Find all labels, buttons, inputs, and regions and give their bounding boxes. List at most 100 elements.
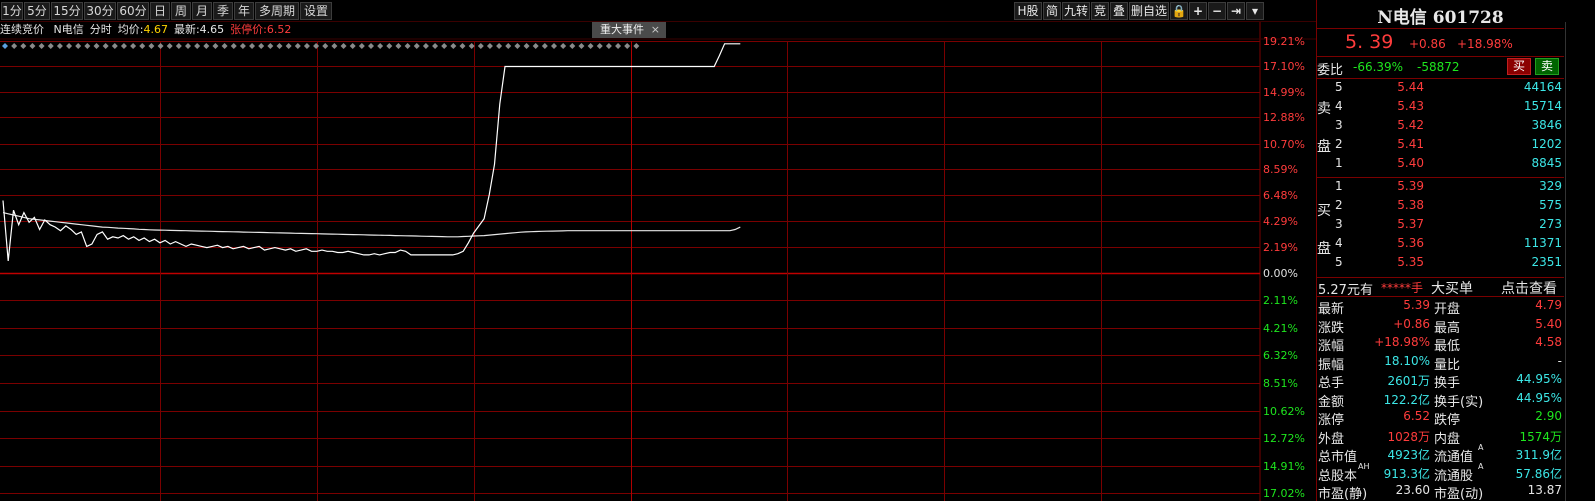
- event-marker: [38, 43, 45, 49]
- stat-label: 内盘: [1434, 431, 1461, 447]
- event-marker: [514, 43, 521, 49]
- event-marker: [102, 43, 109, 49]
- sell-level-row[interactable]: 4 5.43 15714: [1317, 99, 1564, 117]
- y-axis-labels: 19.21% 17.10% 14.99% 12.88% 10.70% 8.59% 6.48%…: [1263, 35, 1305, 500]
- event-marker: [294, 43, 301, 49]
- stat-value: 1574万: [1519, 429, 1562, 444]
- event-marker: [587, 43, 594, 49]
- stat-row: 涨停 6.52 跌停 2.90: [1317, 409, 1564, 428]
- sell-price: 5.43: [1397, 99, 1424, 113]
- event-marker: [404, 43, 411, 49]
- sell-volume: 8845: [1531, 156, 1562, 170]
- stat-value: 44.95%: [1516, 390, 1562, 405]
- right-scrollbar[interactable]: [1565, 22, 1595, 501]
- buy-level-row[interactable]: 1 5.39 329: [1317, 179, 1564, 197]
- event-marker: [358, 43, 365, 49]
- event-marker: [340, 43, 347, 49]
- buy-level-row[interactable]: 3 5.37 273: [1317, 217, 1564, 235]
- buy-level: 1: [1335, 179, 1343, 193]
- buy-level-row[interactable]: 2 5.38 575: [1317, 198, 1564, 216]
- stat-value: +18.98%: [1374, 335, 1430, 349]
- event-marker: [313, 43, 320, 49]
- average-price-line: [2, 212, 741, 238]
- event-marker: [249, 43, 256, 49]
- event-marker: [185, 43, 191, 49]
- buy-button[interactable]: 买: [1507, 58, 1531, 75]
- event-marker: [377, 43, 384, 49]
- stat-value: 4.79: [1535, 298, 1562, 312]
- stat-label: 涨幅: [1318, 339, 1345, 354]
- buy-level-row[interactable]: 5 5.35 2351: [1317, 255, 1564, 273]
- sell-level-row[interactable]: 3 5.42 3846: [1317, 118, 1564, 136]
- event-marker: [486, 43, 493, 49]
- a-superscript: A: [1478, 443, 1484, 452]
- buy-level: 5: [1335, 255, 1343, 269]
- stat-value: 2.90: [1535, 409, 1562, 423]
- event-marker: [47, 43, 54, 49]
- event-marker: [596, 43, 603, 49]
- weibi-diff: -58872: [1417, 60, 1460, 74]
- buy-level: 3: [1335, 217, 1343, 231]
- y-tick-up-4: 10.70%: [1263, 138, 1305, 151]
- stat-row: 金额 122.2亿 换手(实) 44.95%: [1317, 390, 1564, 410]
- y-tick-up-0: 19.21%: [1263, 35, 1305, 48]
- intraday-chart[interactable]: 19.21% 17.10% 14.99% 12.88% 10.70% 8.59% 6.48%…: [0, 0, 1316, 501]
- stat-label: 涨跌: [1318, 320, 1345, 336]
- sell-button[interactable]: 卖: [1535, 58, 1559, 75]
- event-marker: [285, 43, 292, 49]
- sell-level-row[interactable]: 1 5.40 8845: [1317, 156, 1564, 174]
- event-marker: [615, 43, 622, 49]
- stat-value: 122.2亿: [1383, 392, 1430, 407]
- event-marker: [303, 43, 310, 49]
- stock-title-name: N电信: [1377, 8, 1427, 28]
- stat-label: 最高: [1434, 320, 1461, 336]
- stock-title-code: 601728: [1432, 8, 1504, 28]
- weibi-label: 委比: [1317, 63, 1344, 78]
- stat-label: 最新: [1318, 302, 1345, 317]
- event-marker: [221, 43, 228, 49]
- event-marker: [432, 43, 439, 49]
- stat-label: 开盘: [1434, 302, 1461, 317]
- y-tick-down-1: 4.21%: [1263, 322, 1298, 335]
- stat-label: 流通值: [1434, 450, 1474, 465]
- y-tick-up-7: 4.29%: [1263, 215, 1298, 228]
- buy-volume: 575: [1539, 198, 1562, 212]
- event-marker: [331, 43, 338, 49]
- bigbuy-mask: *****手: [1381, 281, 1424, 295]
- stat-label: 换手(实): [1434, 394, 1484, 410]
- sell-level: 3: [1335, 118, 1343, 132]
- sell-volume: 44164: [1523, 80, 1562, 94]
- y-tick-up-1: 17.10%: [1263, 60, 1305, 73]
- stat-label: 量比: [1434, 357, 1461, 373]
- sell-price: 5.42: [1397, 118, 1424, 132]
- event-marker: [75, 43, 82, 49]
- y-tick-up-3: 12.88%: [1263, 111, 1305, 124]
- quote-panel: N电信 601728 5. 39 +0.86 +18.98% 委比 -66.39…: [1316, 0, 1595, 501]
- stat-value: 6.52: [1403, 409, 1430, 423]
- buy-level-row[interactable]: 4 5.36 11371: [1317, 236, 1564, 254]
- event-marker: [66, 43, 73, 49]
- event-marker: [459, 43, 466, 49]
- event-marker-row: [2, 43, 640, 49]
- stat-label: 涨停: [1318, 413, 1345, 428]
- sell-level: 2: [1335, 137, 1343, 151]
- a-superscript: A: [1478, 461, 1484, 471]
- sell-level-row[interactable]: 2 5.41 1202: [1317, 137, 1564, 155]
- event-marker: [368, 43, 374, 49]
- bigbuy-link[interactable]: 点击查看: [1501, 278, 1557, 298]
- y-tick-down-4: 10.62%: [1263, 405, 1305, 418]
- event-marker: [532, 43, 539, 49]
- stat-value: 4.58: [1535, 335, 1562, 349]
- event-marker: [130, 43, 137, 49]
- y-tick-up-9: 0.00%: [1263, 267, 1298, 280]
- event-marker: [11, 43, 18, 49]
- y-tick-down-5: 12.72%: [1263, 432, 1305, 445]
- stat-row: 总市值 4923亿 流通值 311.9亿 A: [1317, 443, 1564, 465]
- stat-value: 1028万: [1387, 429, 1430, 444]
- buy-price: 5.37: [1397, 217, 1424, 231]
- event-marker: [322, 43, 329, 49]
- stat-label: 金额: [1318, 394, 1345, 410]
- stat-label: 总市值: [1318, 450, 1358, 465]
- sell-level-row[interactable]: 5 5.44 44164: [1317, 80, 1564, 98]
- event-marker: [157, 43, 164, 49]
